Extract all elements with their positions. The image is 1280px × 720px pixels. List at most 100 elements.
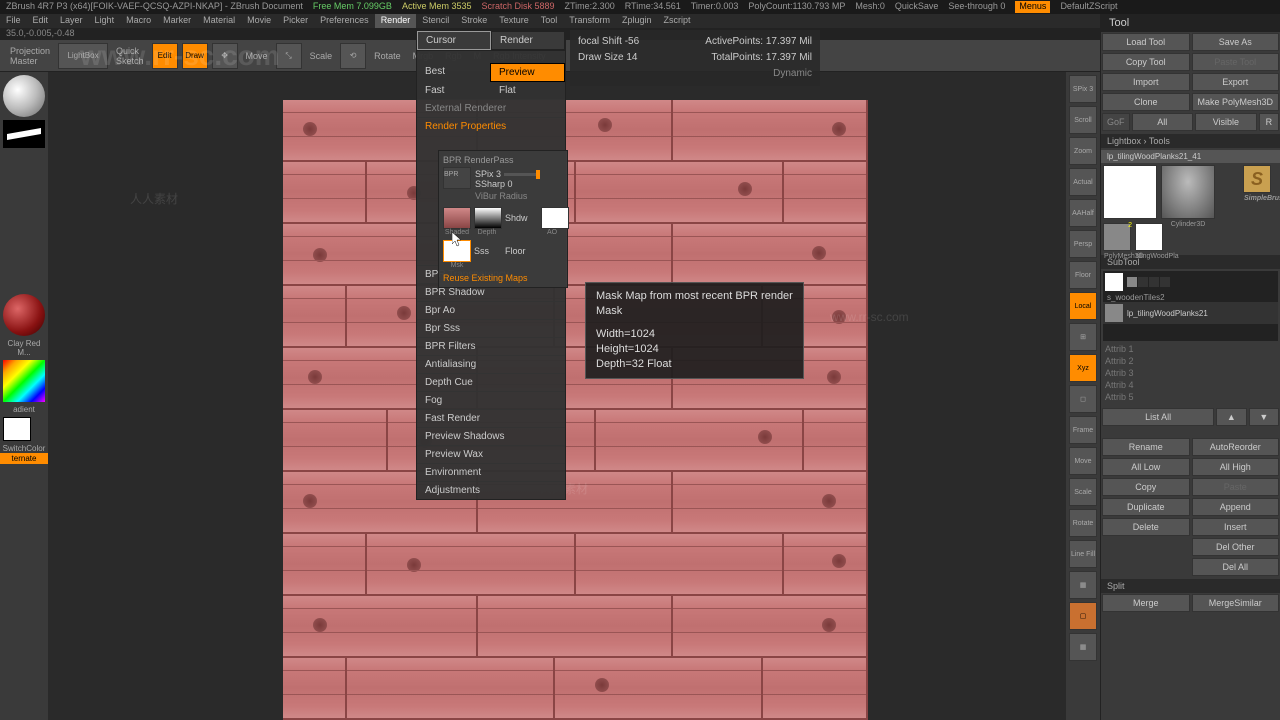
bpr-filters[interactable]: BPR Filters: [417, 337, 565, 355]
list-all-button[interactable]: List All: [1102, 408, 1214, 426]
up-arrow-button[interactable]: ▲: [1216, 408, 1246, 426]
ao-thumb[interactable]: [541, 207, 569, 229]
copy-tool-button[interactable]: Copy Tool: [1102, 53, 1190, 71]
spix-slider[interactable]: SPix 3: [475, 169, 501, 179]
insert-button[interactable]: Insert: [1192, 518, 1280, 536]
document-view[interactable]: [283, 100, 868, 720]
focal-shift[interactable]: focal Shift -56: [578, 34, 639, 50]
delete-button[interactable]: Delete: [1102, 518, 1190, 536]
edit-button[interactable]: Edit: [152, 43, 178, 69]
attr-4[interactable]: Attrib 4: [1101, 379, 1280, 391]
clone-button[interactable]: Clone: [1102, 93, 1190, 111]
material-thumb[interactable]: [3, 294, 45, 336]
dynamic-label[interactable]: Dynamic: [578, 66, 812, 82]
aahalf-button[interactable]: AAHalf: [1069, 199, 1097, 227]
default-zscript[interactable]: DefaultZScript: [1060, 1, 1117, 13]
misc1-button[interactable]: ◻: [1069, 385, 1097, 413]
ssharp-slider[interactable]: SSharp 0: [475, 179, 513, 189]
rotate-button[interactable]: ⟲: [340, 43, 366, 69]
scale-nav-button[interactable]: Scale: [1069, 478, 1097, 506]
load-tool-button[interactable]: Load Tool: [1102, 33, 1190, 51]
scale-button[interactable]: ⤡: [276, 43, 302, 69]
persp-button[interactable]: Persp: [1069, 230, 1097, 258]
xyz-button[interactable]: Xyz: [1069, 354, 1097, 382]
split-header[interactable]: Split: [1101, 579, 1280, 593]
paste-tool-button[interactable]: Paste Tool: [1192, 53, 1280, 71]
menu-stroke[interactable]: Stroke: [455, 14, 493, 28]
bpr-button[interactable]: BPR: [443, 167, 471, 189]
menu-zscript[interactable]: Zscript: [657, 14, 696, 28]
lightbox-button[interactable]: LightBox: [58, 43, 108, 69]
adjustments[interactable]: Adjustments: [417, 481, 565, 499]
rename-button[interactable]: Rename: [1102, 438, 1190, 456]
scroll-button[interactable]: Scroll: [1069, 106, 1097, 134]
floor-button[interactable]: Floor: [1069, 261, 1097, 289]
menu-light[interactable]: Light: [89, 14, 121, 28]
menu-material[interactable]: Material: [197, 14, 241, 28]
import-button[interactable]: Import: [1102, 73, 1190, 91]
all-low-button[interactable]: All Low: [1102, 458, 1190, 476]
alternate-button[interactable]: ternate: [0, 453, 48, 464]
menu-texture[interactable]: Texture: [493, 14, 535, 28]
render-best[interactable]: Best: [417, 63, 490, 82]
render-properties[interactable]: Render Properties: [417, 117, 565, 135]
menu-file[interactable]: File: [0, 14, 27, 28]
render-flat[interactable]: Flat: [491, 82, 565, 99]
menu-preferences[interactable]: Preferences: [314, 14, 375, 28]
lconst-button[interactable]: ⊞: [1069, 323, 1097, 351]
merge-button[interactable]: Merge: [1102, 594, 1190, 612]
menu-tool[interactable]: Tool: [535, 14, 564, 28]
reuse-maps[interactable]: Reuse Existing Maps: [443, 273, 563, 283]
r-button[interactable]: R: [1259, 113, 1279, 131]
depth-thumb[interactable]: [474, 207, 502, 229]
all-high-button[interactable]: All High: [1192, 458, 1280, 476]
menu-transform[interactable]: Transform: [563, 14, 616, 28]
frame-button[interactable]: Frame: [1069, 416, 1097, 444]
menu-movie[interactable]: Movie: [241, 14, 277, 28]
render-preview[interactable]: Preview: [490, 63, 565, 82]
menu-layer[interactable]: Layer: [54, 14, 89, 28]
render-fast[interactable]: Fast: [417, 82, 491, 99]
merge-similar-button[interactable]: MergeSimilar: [1192, 594, 1280, 612]
actual-button[interactable]: Actual: [1069, 168, 1097, 196]
attr-1[interactable]: Attrib 1: [1101, 343, 1280, 355]
bpr-sss[interactable]: Bpr Sss: [417, 319, 565, 337]
fast-render[interactable]: Fast Render: [417, 409, 565, 427]
gradient-thumb[interactable]: [3, 360, 45, 402]
lightbox-tools-header[interactable]: Lightbox › Tools: [1101, 134, 1280, 148]
seethrough[interactable]: See-through 0: [948, 1, 1005, 13]
del-other-button[interactable]: Del Other: [1192, 538, 1280, 556]
brush-thumb[interactable]: [3, 75, 45, 117]
cursor-tab[interactable]: Cursor: [417, 31, 491, 50]
color-swatch[interactable]: [3, 417, 31, 441]
sss-label[interactable]: Sss: [474, 246, 502, 256]
external-renderer[interactable]: External Renderer: [417, 99, 565, 117]
duplicate-button[interactable]: Duplicate: [1102, 498, 1190, 516]
dynamesh-button[interactable]: ▢: [1069, 602, 1097, 630]
tool-thumb-1[interactable]: [1103, 165, 1157, 219]
menu-zplugin[interactable]: Zplugin: [616, 14, 658, 28]
paste-button[interactable]: Paste: [1192, 478, 1280, 496]
visible-button[interactable]: Visible: [1195, 113, 1257, 131]
qgrid-button[interactable]: ▦: [1069, 633, 1097, 661]
make-polymesh-button[interactable]: Make PolyMesh3D: [1192, 93, 1280, 111]
tool-thumb-polymesh[interactable]: 2PolyMesh3D: [1103, 223, 1131, 251]
menu-picker[interactable]: Picker: [277, 14, 314, 28]
append-button[interactable]: Append: [1192, 498, 1280, 516]
floor-label[interactable]: Floor: [505, 246, 538, 256]
rotate-nav-button[interactable]: Rotate: [1069, 509, 1097, 537]
del-all-button[interactable]: Del All: [1192, 558, 1280, 576]
down-arrow-button[interactable]: ▼: [1249, 408, 1279, 426]
switch-color[interactable]: SwitchColor: [0, 444, 48, 453]
spix-button[interactable]: SPix 3: [1069, 75, 1097, 103]
stroke-thumb[interactable]: [3, 120, 45, 148]
save-as-button[interactable]: Save As: [1192, 33, 1280, 51]
copy-button[interactable]: Copy: [1102, 478, 1190, 496]
environment[interactable]: Environment: [417, 463, 565, 481]
quick-sketch[interactable]: Quick Sketch: [116, 46, 144, 66]
attr-2[interactable]: Attrib 2: [1101, 355, 1280, 367]
autoreorder-button[interactable]: AutoReorder: [1192, 438, 1280, 456]
line-fill-button[interactable]: Line Fill: [1069, 540, 1097, 568]
local-button[interactable]: Local: [1069, 292, 1097, 320]
antialiasing[interactable]: Antialiasing: [417, 355, 565, 373]
